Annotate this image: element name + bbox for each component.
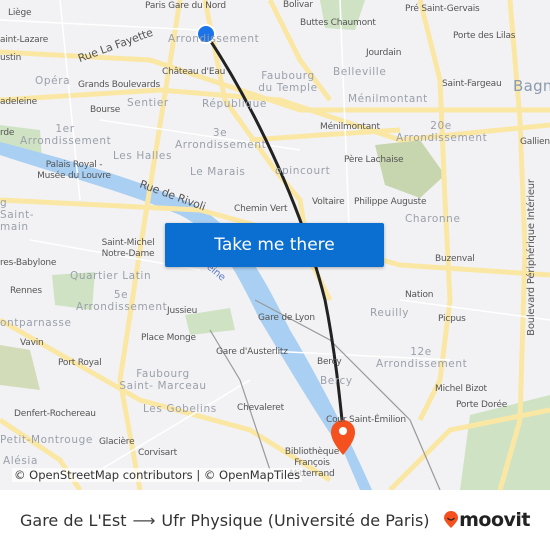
moovit-logo[interactable]: moovit: [443, 509, 530, 531]
map-label: Pré Saint-Gervais: [405, 4, 480, 14]
map-label: Bourse: [90, 105, 121, 115]
moovit-pin-icon: [444, 511, 459, 528]
map-label: Denfert-Rochereau: [14, 409, 96, 419]
map-label: Liège: [8, 8, 32, 18]
district-label: Bercy: [320, 375, 353, 387]
map-label: Père Lachaise: [344, 155, 404, 165]
district-label: République: [202, 98, 267, 110]
map-label: Philippe Auguste: [354, 197, 427, 207]
map[interactable]: Liège Paris Gare du Nord Bolivar Buttes …: [0, 0, 550, 490]
district-label: Les Gobelins: [143, 403, 217, 415]
district-label: g Saint- main: [0, 197, 35, 233]
map-label: Vavin: [20, 338, 44, 348]
map-label: res-Babylone: [0, 258, 57, 268]
map-label: Buzenval: [435, 254, 475, 264]
map-label: Château d'Eau: [162, 67, 226, 77]
map-label: Glacière: [99, 437, 135, 447]
map-label: Place Monge: [141, 333, 196, 343]
take-me-there-button[interactable]: Take me there: [165, 223, 384, 267]
map-label: Jussieu: [167, 306, 198, 316]
map-label: Paris Gare du Nord: [145, 1, 226, 11]
district-label: Faubourg Saint- Marceau: [119, 368, 207, 392]
district-label: Le Marais: [190, 166, 246, 178]
district-label: Arrondissement: [168, 33, 260, 45]
district-label: ontparnasse: [0, 317, 72, 329]
map-label: Cour Saint-Émilion: [326, 415, 406, 425]
district-label: 12e Arrondissement: [376, 346, 468, 370]
district-label: Ménilmontant: [348, 93, 428, 105]
district-label: Charonne: [405, 213, 461, 225]
map-label: Chevaleret: [237, 403, 284, 413]
map-label: adeleine: [0, 97, 37, 107]
district-label: Quartier Latin: [70, 270, 152, 282]
district-label: Les Halles: [113, 150, 173, 162]
map-label: Gare d'Austerlitz: [216, 347, 288, 357]
brand-name: moovit: [459, 509, 530, 531]
district-label: 20e Arrondissement: [396, 120, 488, 144]
map-label: Grands Boulevards: [78, 80, 160, 90]
map-label: Buttes Chaumont: [300, 18, 376, 28]
map-label: Saint-Fargeau: [442, 79, 502, 89]
map-label: Porte des Lilas: [453, 31, 516, 41]
district-label: Bagn: [513, 77, 550, 95]
district-label: 3e Arrondissement: [175, 127, 267, 151]
district-label: Faubourg du Temple: [258, 70, 318, 94]
map-label: ustin: [0, 53, 22, 63]
district-label: Sentier: [127, 97, 169, 109]
map-label: aint-Lazare: [0, 35, 49, 45]
map-label: Jourdain: [366, 48, 402, 58]
map-label: Porte Dorée: [456, 400, 508, 410]
map-label: Palais Royal - Musée du Louvre: [37, 160, 111, 181]
map-label: Port Royal: [58, 358, 102, 368]
district-label: Alésia: [3, 455, 38, 467]
district-label: 1er Arrondissement: [20, 123, 112, 147]
origin-name: Gare de L'Est: [20, 510, 127, 530]
district-label: Petit-Montrouge: [0, 434, 93, 446]
map-label: Picpus: [438, 314, 466, 324]
arrow-right-icon: ⟶: [132, 510, 156, 530]
map-label: Gare de Lyon: [258, 313, 315, 323]
map-label: Corvisart: [138, 448, 177, 458]
street-label: Boulevard Périphérique Intérieur: [525, 179, 537, 336]
district-label: 5e Arrondissement: [76, 289, 168, 313]
map-label: Rennes: [10, 286, 42, 296]
district-label: Belleville: [333, 66, 387, 78]
map-label: Saint-Michel Notre-Dame: [101, 238, 155, 259]
map-label: Nation: [405, 290, 434, 300]
map-label: Bolivar: [283, 0, 313, 10]
map-label: Michel Bizot: [435, 384, 487, 394]
map-label: rde: [0, 128, 15, 138]
map-label: Bercy: [317, 357, 342, 367]
map-label: Voltaire: [312, 197, 345, 207]
district-label: Opéra: [35, 75, 71, 87]
destination-name: Ufr Physique (Université de Paris): [161, 510, 430, 530]
map-label: Gallieni: [520, 137, 550, 147]
map-label: Ménilmontant: [320, 122, 380, 132]
map-attribution[interactable]: © OpenStreetMap contributors | © OpenMap…: [12, 468, 303, 482]
district-label: opincourt: [275, 165, 331, 177]
map-label: Chemin Vert: [234, 204, 288, 214]
district-label: Reuilly: [370, 307, 410, 319]
